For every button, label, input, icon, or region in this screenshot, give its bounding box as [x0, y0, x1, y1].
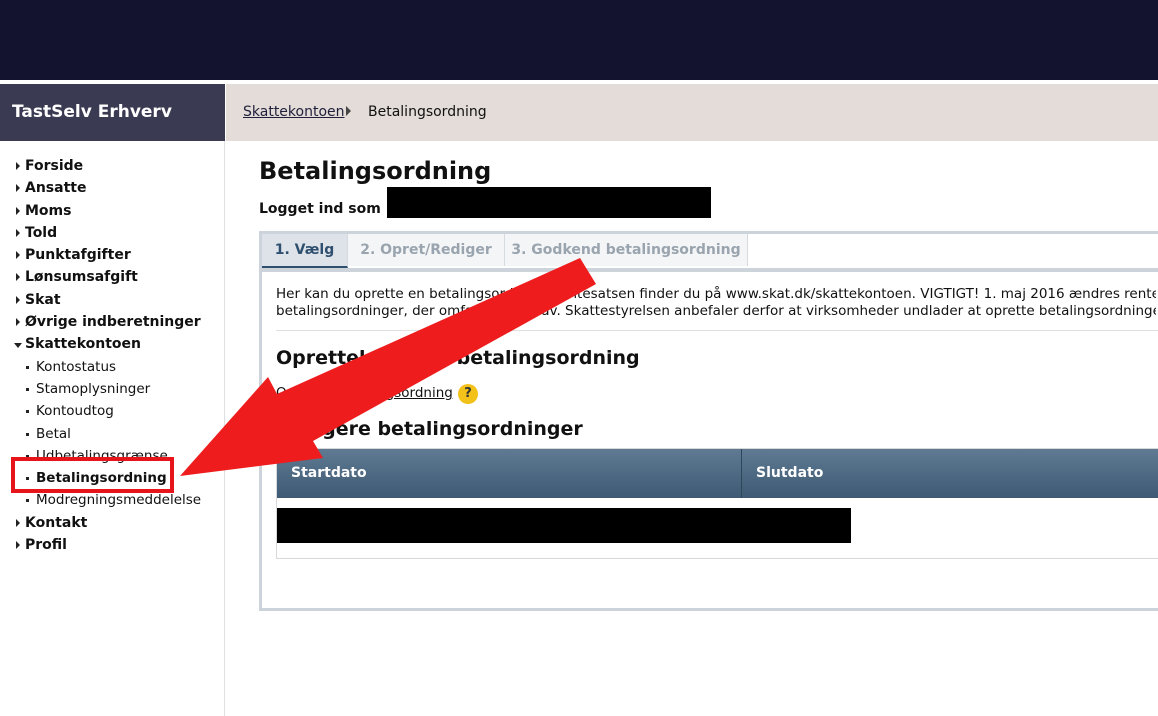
bullet-icon [26, 387, 29, 391]
redacted-user-name [387, 187, 711, 218]
sidebar-item-label: Skat [25, 291, 61, 308]
wizard-panel: 1. Vælg 2. Opret/Rediger 3. Godkend beta… [259, 231, 1158, 611]
sidebar-item-ovrige-indberetninger[interactable]: Øvrige indberetninger [0, 311, 225, 333]
section-divider [276, 330, 1158, 331]
sidebar-item-ansatte[interactable]: Ansatte [0, 177, 225, 199]
app-brand[interactable]: TastSelv Erhverv [0, 84, 225, 141]
sidebar-item-label: Forside [25, 158, 84, 174]
intro-line-2: betalingsordninger, der omfatter restkra… [276, 303, 1156, 319]
sidebar-item-label: Profil [25, 537, 67, 554]
highlight-box [11, 457, 174, 493]
chevron-right-icon [16, 295, 20, 304]
table-header: Startdato Slutdato [277, 449, 1158, 498]
chevron-down-icon [14, 343, 22, 349]
previous-plans-table: Startdato Slutdato [276, 448, 1158, 559]
intro-text: Her kan du oprette en betalingsordning. … [276, 286, 1156, 320]
chevron-right-icon [16, 251, 20, 260]
sidebar-item-skat[interactable]: Skat [0, 289, 225, 311]
sidebar-subitem-kontostatus[interactable]: Kontostatus [0, 356, 225, 378]
sidebar-item-label: Punktafgifter [25, 247, 131, 264]
tab-divider [262, 268, 1158, 272]
sidebar-item-forside[interactable]: Forside [0, 155, 225, 177]
sidebar-nav: Forside Ansatte Moms Told Punktafgifter … [0, 155, 225, 556]
chevron-right-icon [16, 184, 20, 193]
help-icon[interactable]: ? [458, 384, 478, 404]
chevron-right-icon [16, 318, 20, 327]
column-header-startdato[interactable]: Startdato [277, 449, 741, 498]
sidebar-item-label: Told [25, 224, 58, 241]
sidebar: Forside Ansatte Moms Told Punktafgifter … [0, 141, 225, 716]
tab-vaelg[interactable]: 1. Vælg [262, 234, 348, 268]
chevron-right-icon [16, 541, 20, 550]
breadcrumb-separator-icon [346, 106, 351, 116]
sidebar-item-lonsumsafgift[interactable]: Lønsumsafgift [0, 266, 225, 288]
top-banner [0, 0, 1158, 80]
chevron-right-icon [16, 228, 20, 237]
sidebar-item-kontakt[interactable]: Kontakt [0, 512, 225, 534]
sidebar-item-label: Moms [25, 202, 72, 219]
bullet-icon [26, 432, 29, 436]
tab-godkend-betalingsordning[interactable]: 3. Godkend betalingsordning [505, 234, 748, 266]
sidebar-item-label: Ansatte [25, 180, 87, 197]
chevron-right-icon [16, 518, 20, 527]
sidebar-subitem-label: Modregningsmeddelelse [36, 492, 202, 509]
redacted-table-row [277, 508, 851, 543]
section-title-previous: Tidligere betalingsordninger [276, 418, 583, 440]
logged-in-label: Logget ind som [259, 201, 381, 217]
bullet-icon [26, 499, 29, 503]
bullet-icon [26, 410, 29, 414]
chevron-right-icon [16, 162, 20, 170]
page-title: Betalingsordning [259, 157, 492, 185]
tab-opret-rediger[interactable]: 2. Opret/Rediger [348, 234, 505, 266]
sidebar-subitem-stamoplysninger[interactable]: Stamoplysninger [0, 378, 225, 400]
column-header-slutdato[interactable]: Slutdato [741, 449, 1158, 498]
sidebar-item-label: Kontakt [25, 514, 88, 531]
sidebar-item-profil[interactable]: Profil [0, 534, 225, 556]
sidebar-subitem-betal[interactable]: Betal [0, 423, 225, 445]
breadcrumb-current: Betalingsordning [368, 104, 487, 120]
breadcrumb-link-skattekontoen[interactable]: Skattekontoen [243, 104, 345, 120]
sidebar-item-skattekontoen[interactable]: Skattekontoen [0, 333, 225, 355]
sidebar-item-moms[interactable]: Moms [0, 200, 225, 222]
sidebar-item-label: Øvrige indberetninger [25, 314, 201, 331]
chevron-right-icon [16, 273, 20, 282]
chevron-right-icon [16, 206, 20, 215]
main-content: Betalingsordning Logget ind som 1. Vælg … [259, 141, 1158, 716]
sidebar-subitem-kontoudtog[interactable]: Kontoudtog [0, 400, 225, 422]
breadcrumb: Skattekontoen Betalingsordning [226, 84, 1158, 141]
sidebar-subitem-label: Betal [36, 425, 71, 442]
wizard-tabs: 1. Vælg 2. Opret/Rediger 3. Godkend beta… [262, 234, 1158, 268]
sidebar-item-label: Lønsumsafgift [25, 269, 138, 286]
bullet-icon [26, 365, 29, 369]
sidebar-item-label: Skattekontoen [25, 336, 142, 353]
section-title-create: Oprettelse af ny betalingsordning [276, 347, 640, 369]
sidebar-item-punktafgifter[interactable]: Punktafgifter [0, 244, 225, 266]
sidebar-subitem-label: Stamoplysninger [36, 380, 151, 397]
sidebar-item-told[interactable]: Told [0, 222, 225, 244]
sidebar-subitem-label: Kontoudtog [36, 403, 114, 420]
intro-line-1: Her kan du oprette en betalingsordning. … [276, 286, 1156, 302]
sidebar-subitem-label: Kontostatus [36, 358, 117, 375]
create-payment-plan-link[interactable]: Opret ny betalingsordning [276, 385, 453, 401]
